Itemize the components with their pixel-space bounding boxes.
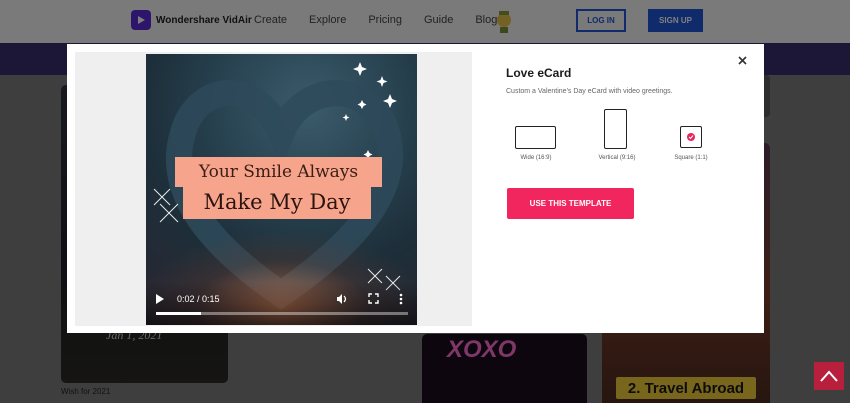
fullscreen-icon[interactable] <box>368 293 379 304</box>
use-template-button[interactable]: USE THIS TEMPLATE <box>507 188 634 219</box>
ratio-option-square[interactable]: Square (1:1) <box>666 106 716 168</box>
video-controls: 0:02 / 0:15 <box>146 282 417 325</box>
more-options-icon[interactable] <box>399 293 403 305</box>
template-video[interactable]: Your Smile Always Make My Day 0:02 / 0:1… <box>146 54 417 325</box>
square-ratio-icon <box>680 126 702 148</box>
video-banner-line1: Your Smile Always <box>175 157 382 187</box>
modal-title: Love eCard <box>506 66 572 80</box>
ratio-option-wide[interactable]: Wide (16:9) <box>507 106 565 168</box>
close-icon[interactable] <box>736 54 748 66</box>
modal-description: Custom a Valentine's Day eCard with vide… <box>506 88 673 95</box>
vertical-ratio-icon <box>604 109 627 149</box>
video-time: 0:02 / 0:15 <box>177 294 220 304</box>
volume-icon[interactable] <box>336 293 348 305</box>
video-progress-bar[interactable] <box>156 312 408 315</box>
back-to-top-button[interactable] <box>814 362 844 390</box>
chevron-up-icon <box>820 370 838 382</box>
preview-pane: Your Smile Always Make My Day 0:02 / 0:1… <box>75 52 472 326</box>
ratio-option-vertical[interactable]: Vertical (9:16) <box>588 106 646 168</box>
video-progress-fill <box>156 312 202 315</box>
template-modal: Your Smile Always Make My Day 0:02 / 0:1… <box>67 44 764 333</box>
play-icon[interactable] <box>155 293 165 305</box>
ratio-label-wide: Wide (16:9) <box>520 155 552 161</box>
wide-ratio-icon <box>515 126 556 149</box>
ratio-label-square: Square (1:1) <box>674 155 708 161</box>
selected-check-icon <box>687 133 695 141</box>
ratio-label-vertical: Vertical (9:16) <box>598 155 636 161</box>
video-banner-line2: Make My Day <box>183 185 371 219</box>
